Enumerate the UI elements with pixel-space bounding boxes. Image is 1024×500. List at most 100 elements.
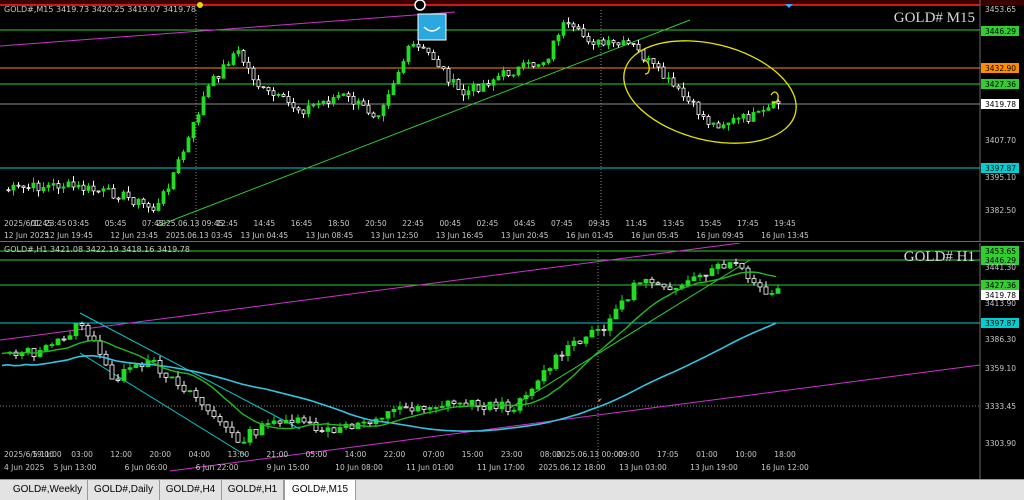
price-label: 3397.87 [985, 164, 1016, 173]
h1-watermark: GOLD# H1 [904, 249, 975, 265]
time-label: 13:45 [663, 219, 685, 228]
tab-h4[interactable]: GOLD#,H4 [160, 480, 222, 500]
event-icon[interactable] [417, 13, 447, 41]
price-label: 3453.65 [985, 247, 1016, 256]
time-label: 09:00 [618, 450, 640, 459]
magenta-trendline[interactable] [0, 11, 456, 47]
price-label: 3333.45 [985, 402, 1016, 411]
time-label: 07:00 [423, 450, 445, 459]
time-label: 2025.06.12 18:00 [539, 463, 606, 472]
price-label: 3386.30 [985, 335, 1016, 344]
time-label: 16 Jun 09:45 [696, 231, 744, 240]
time-label: 15:45 [700, 219, 722, 228]
price-label: 3359.10 [985, 364, 1016, 373]
annotation-ellipse[interactable] [613, 24, 807, 160]
time-label: 01:45 [30, 219, 52, 228]
price-label: 3382.50 [985, 206, 1016, 215]
top-left-marker-icon [197, 2, 203, 8]
fast-moving-average[interactable] [1, 271, 777, 430]
price-label: 3413.90 [985, 299, 1016, 308]
m15-watermark: GOLD# M15 [894, 10, 975, 26]
time-label: 2025.06.13 03:45 [166, 231, 233, 240]
green-trendline[interactable] [504, 259, 751, 412]
tab-daily[interactable]: GOLD#,Daily [88, 480, 160, 500]
time-label: 01:00 [696, 450, 718, 459]
time-label: 9 Jun 15:00 [267, 463, 310, 472]
price-label: 3395.10 [985, 173, 1016, 182]
m15-time-axis: 2025/6/12 23:4501:45 03:45 05:45 07:452025.… [4, 219, 809, 240]
price-label: 3432.90 [985, 64, 1016, 73]
time-label: 10 Jun 08:00 [335, 463, 383, 472]
time-label: 4 Jun 2025 [4, 463, 45, 472]
time-label: 19:45 [774, 219, 796, 228]
time-label: 6 Jun 06:00 [125, 463, 168, 472]
chart-panel-h1[interactable]: 3453.65 3446.29 3441.30 3427.36 3419.78 3413.… [0, 243, 1024, 479]
chart-tabs-bar: GOLD#,Weekly GOLD#,Daily GOLD#,H4 GOLD#,… [0, 479, 1024, 500]
price-label: 3419.78 [985, 100, 1016, 109]
m15-price-axis: 3453.65 3446.29 3432.90 3427.36 3419.78 3407.… [981, 5, 1019, 215]
time-label: 10:00 [735, 450, 757, 459]
time-label: 04:00 [188, 450, 210, 459]
time-label: 07:45 [551, 219, 573, 228]
time-label: 13 Jun 12:50 [371, 231, 419, 240]
time-label: 16:45 [291, 219, 313, 228]
time-label: 22:00 [384, 450, 406, 459]
time-label: 2025.06.13 09:45 [156, 219, 223, 228]
time-label: 11:45 [625, 219, 647, 228]
tab-weekly[interactable]: GOLD#,Weekly [8, 480, 88, 500]
h1-candles [7, 258, 781, 446]
trade-arrow-icon [598, 398, 602, 402]
time-label: 2025.06.13 00:00 [556, 450, 623, 459]
time-label: 05:00 [306, 450, 328, 459]
price-label: 3453.65 [985, 5, 1016, 14]
cyan-channel-bottom[interactable] [79, 352, 246, 456]
time-label: 13 Jun 03:00 [619, 463, 667, 472]
price-label: 3303.90 [985, 439, 1016, 448]
price-label: 3427.36 [985, 80, 1016, 89]
time-label: 12 Jun 19:45 [45, 231, 93, 240]
time-label: 13 Jun 19:00 [690, 463, 738, 472]
time-label: 17:05 [657, 450, 679, 459]
time-label: 5 Jun 13:00 [54, 463, 97, 472]
time-label: 13:00 [227, 450, 249, 459]
time-label: 16 Jun 01:45 [566, 231, 614, 240]
time-label: 17:45 [737, 219, 759, 228]
time-label: 16 Jun 13:45 [761, 231, 809, 240]
h1-price-axis: 3453.653446.293441.303427.363419.783413.… [981, 246, 1019, 448]
time-label: 11 Jun 01:00 [406, 463, 454, 472]
chart-panel-m15[interactable]: 3453.65 3446.29 3432.90 3427.36 3419.78 3407.… [0, 0, 1024, 242]
time-label: 13 Jun 08:45 [306, 231, 354, 240]
time-label: 13 Jun 04:45 [241, 231, 289, 240]
time-label: 20:50 [365, 219, 387, 228]
time-label: 20:00 [149, 450, 171, 459]
time-label: 14:45 [254, 219, 276, 228]
time-label: 21:00 [267, 450, 289, 459]
price-label: 3441.30 [985, 263, 1016, 272]
h1-time-axis: 2025/6/5 11:0019:00 03:00 12:00 20:00 04:00 1… [4, 450, 809, 472]
time-label: 6 Jun 22:00 [196, 463, 239, 472]
top-marker-icon [414, 0, 426, 11]
top-right-marker-icon [785, 4, 793, 8]
time-label: 18:00 [774, 450, 796, 459]
time-label: 12 Jun 23:45 [110, 231, 158, 240]
time-label: 12:00 [110, 450, 132, 459]
m15-chart-canvas[interactable]: 3453.65 3446.29 3432.90 3427.36 3419.78 3407.… [0, 0, 1024, 241]
h1-info-line: GOLD#,H1 3421.08 3422.19 3418.16 3419.78 [4, 245, 190, 254]
tab-h1[interactable]: GOLD#,H1 [222, 480, 284, 500]
time-label: 14:00 [345, 450, 367, 459]
price-label: 3427.36 [985, 281, 1016, 290]
time-label: 22:45 [402, 219, 424, 228]
time-label: 05:45 [105, 219, 127, 228]
time-label: 18:50 [328, 219, 350, 228]
time-label: 16 Jun 05:45 [631, 231, 679, 240]
tab-m15[interactable]: GOLD#,M15 [284, 479, 356, 500]
m15-candles [6, 17, 781, 213]
h1-chart-canvas[interactable]: 3453.653446.293441.303427.363419.783413.… [0, 243, 1024, 479]
time-label: 16 Jun 12:00 [761, 463, 809, 472]
time-label: 03:45 [68, 219, 90, 228]
time-label: 23:00 [501, 450, 523, 459]
time-label: 11 Jun 17:00 [477, 463, 525, 472]
time-label: 09:45 [588, 219, 610, 228]
time-label: 13 Jun 16:45 [436, 231, 484, 240]
time-label: 15:00 [462, 450, 484, 459]
